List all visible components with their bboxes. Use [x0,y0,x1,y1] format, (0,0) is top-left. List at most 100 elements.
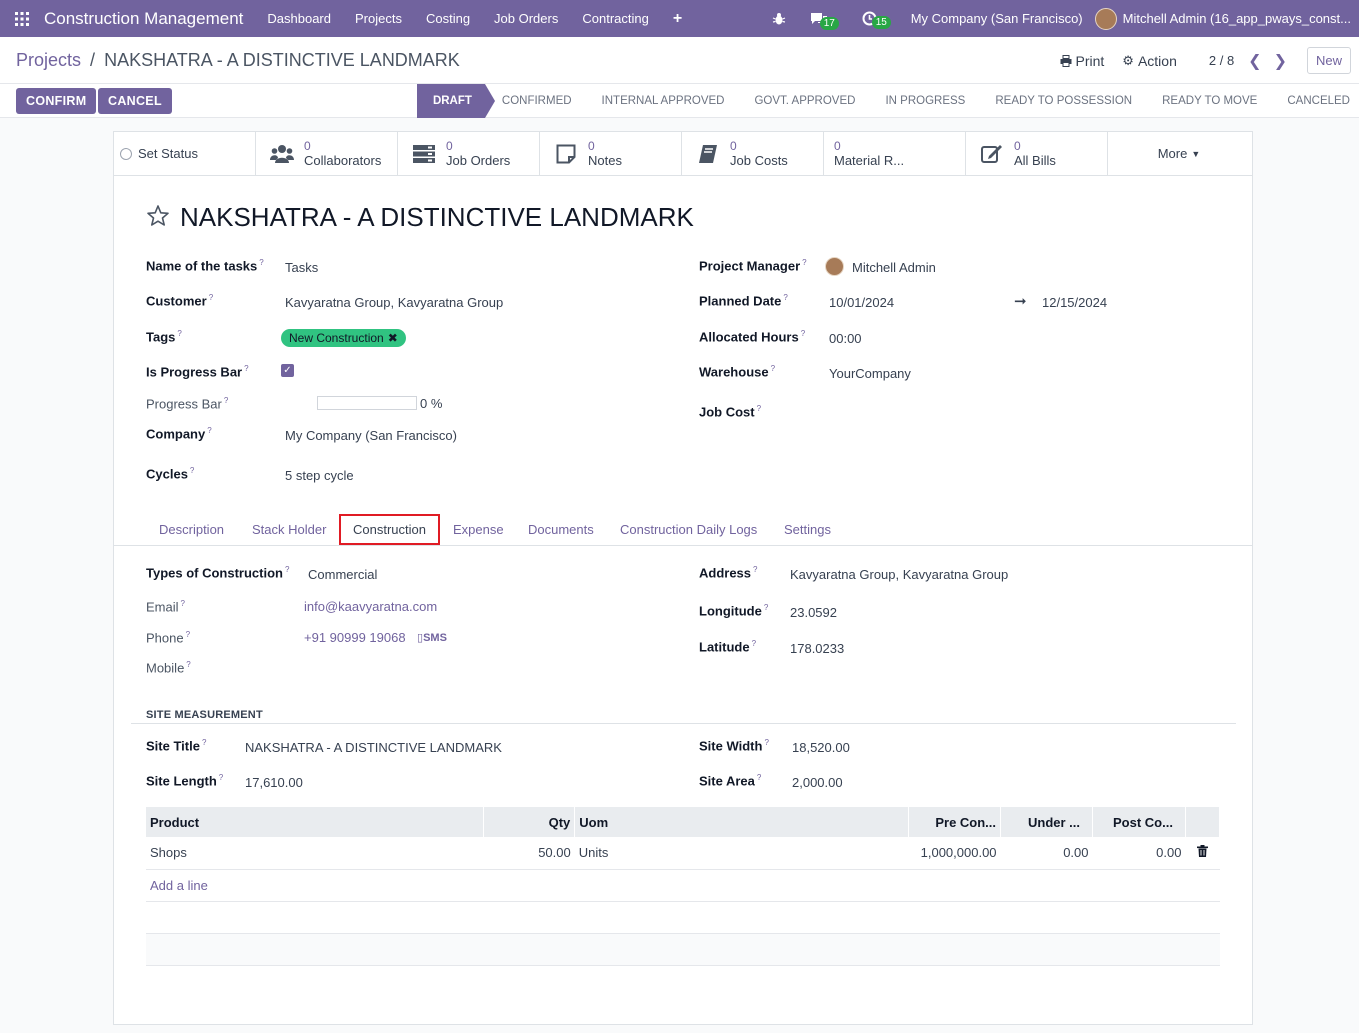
tab-description[interactable]: Description [147,514,236,545]
stage-in-progress[interactable]: IN PROGRESS [868,84,978,118]
column-post-construction[interactable]: Post Co... [1092,807,1186,837]
field-site-width[interactable]: 18,520.00 [792,740,850,755]
label-planned-date: Planned Date? [699,293,788,309]
new-button[interactable]: New [1306,47,1351,74]
field-company[interactable]: My Company (San Francisco) [285,428,457,443]
tab-documents[interactable]: Documents [516,514,606,545]
cell-post-construction[interactable]: 0.00 [1092,837,1186,870]
field-planned-start[interactable]: 10/01/2024 [829,295,894,310]
field-cycles[interactable]: 5 step cycle [285,468,354,483]
set-status-button[interactable]: Set Status [114,132,256,175]
tab-construction[interactable]: Construction [339,514,440,545]
notes-button[interactable]: 0 Notes [540,132,682,175]
record-title[interactable]: NAKSHATRA - A DISTINCTIVE LANDMARK [180,202,694,233]
star-icon[interactable] [146,204,170,231]
job-costs-button[interactable]: 0 Job Costs [682,132,824,175]
menu-projects[interactable]: Projects [343,11,414,26]
more-button[interactable]: More ▼ [1108,132,1250,175]
column-pre-construction[interactable]: Pre Con... [908,807,1002,837]
field-planned-end[interactable]: 12/15/2024 [1042,295,1107,310]
field-project-manager[interactable]: Mitchell Admin [852,260,936,275]
stage-canceled[interactable]: CANCELED [1270,84,1359,118]
label-warehouse: Warehouse? [699,364,776,380]
messages-badge: 17 [819,16,839,30]
menu-contracting[interactable]: Contracting [570,11,660,26]
tag-new-construction[interactable]: New Construction ✖ [281,329,406,347]
pager-value[interactable]: 2 / 8 [1209,53,1234,68]
cell-pre-construction[interactable]: 1,000,000.00 [908,837,1001,870]
field-warehouse[interactable]: YourCompany [829,366,911,381]
field-latitude[interactable]: 178.0233 [790,641,844,656]
arrow-right-icon: ➞ [1014,293,1027,310]
job-orders-button[interactable]: 0 Job Orders [398,132,540,175]
menu-dashboard[interactable]: Dashboard [255,11,343,26]
material-requests-button[interactable]: 0 Material R... [824,132,966,175]
field-customer[interactable]: Kavyaratna Group, Kavyaratna Group [285,295,503,310]
field-allocated-hours[interactable]: 00:00 [829,331,862,346]
top-navbar: Construction Management Dashboard Projec… [0,0,1359,37]
is-progress-checkbox[interactable]: ✓ [281,364,294,377]
column-under-construction[interactable]: Under ... [1000,807,1093,837]
breadcrumb-projects[interactable]: Projects [16,50,81,70]
stage-internal-approved[interactable]: INTERNAL APPROVED [585,84,738,118]
field-address[interactable]: Kavyaratna Group, Kavyaratna Group [790,567,1008,582]
remove-tag-icon[interactable]: ✖ [388,331,398,345]
action-button[interactable]: ⚙ Action [1122,53,1177,69]
stage-draft[interactable]: DRAFT [416,84,495,118]
confirm-button[interactable]: CONFIRM [16,88,97,114]
collaborators-button[interactable]: 0 Collaborators [256,132,398,175]
field-phone[interactable]: +91 90999 19068 [304,630,406,645]
field-longitude[interactable]: 23.0592 [790,605,837,620]
stage-ready-to-move[interactable]: READY TO MOVE [1145,84,1270,118]
stage-confirmed[interactable]: CONFIRMED [485,84,585,118]
field-site-area[interactable]: 2,000.00 [792,775,843,790]
column-product[interactable]: Product [146,807,485,837]
debug-icon[interactable] [760,12,798,26]
tag-label: New Construction [289,331,384,345]
cell-qty[interactable]: 50.00 [483,837,575,870]
pager-previous-icon[interactable]: ❮ [1248,51,1261,71]
field-email[interactable]: info@kaavyaratna.com [304,599,437,614]
cell-uom[interactable]: Units [574,837,909,870]
pager-next-icon[interactable]: ❯ [1274,51,1287,71]
column-uom[interactable]: Uom [574,807,910,837]
tab-construction-daily-logs[interactable]: Construction Daily Logs [608,514,769,545]
messages-icon[interactable]: 17 [798,12,850,30]
field-task-name[interactable]: Tasks [285,260,318,275]
company-switcher[interactable]: My Company (San Francisco) [899,11,1095,26]
plus-icon[interactable]: + [661,10,694,28]
label-phone: Phone? [146,630,191,646]
menu-costing[interactable]: Costing [414,11,482,26]
field-site-length[interactable]: 17,610.00 [245,775,303,790]
field-site-title[interactable]: NAKSHATRA - A DISTINCTIVE LANDMARK [245,740,502,755]
note-icon [554,144,578,164]
cancel-button[interactable]: CANCEL [98,88,172,114]
table-row[interactable]: Shops 50.00 Units 1,000,000.00 0.00 0.00 [146,837,1220,870]
set-status-label: Set Status [138,146,198,161]
tab-settings[interactable]: Settings [772,514,843,545]
tab-stack-holder[interactable]: Stack Holder [240,514,338,545]
stage-govt-approved[interactable]: GOVT. APPROVED [737,84,868,118]
menu-job-orders[interactable]: Job Orders [482,11,570,26]
add-line-link[interactable]: Add a line [150,878,208,893]
stage-ready-to-possession[interactable]: READY TO POSSESSION [978,84,1145,118]
users-icon [270,144,294,164]
activities-icon[interactable]: 15 [850,11,899,29]
material-label: Material R... [834,153,905,168]
table-header-row: Product Qty Uom Pre Con... Under ... Pos… [146,807,1221,837]
cell-under-construction[interactable]: 0.00 [1000,837,1093,870]
user-menu[interactable]: Mitchell Admin (16_app_pways_const... [1094,7,1359,30]
app-name[interactable]: Construction Management [44,9,243,29]
sms-button[interactable]: ▯SMS [417,631,447,644]
tab-expense[interactable]: Expense [441,514,516,545]
delete-row-icon[interactable] [1185,837,1220,870]
column-qty[interactable]: Qty [483,807,576,837]
user-avatar [1094,7,1117,30]
cell-product[interactable]: Shops [146,837,484,870]
apps-menu-icon[interactable] [0,11,44,26]
field-types-of-construction[interactable]: Commercial [308,567,377,582]
label-job-cost: Job Cost? [699,404,762,420]
print-button[interactable]: Print [1060,53,1104,69]
label-address: Address? [699,565,758,581]
all-bills-button[interactable]: 0 All Bills [966,132,1108,175]
